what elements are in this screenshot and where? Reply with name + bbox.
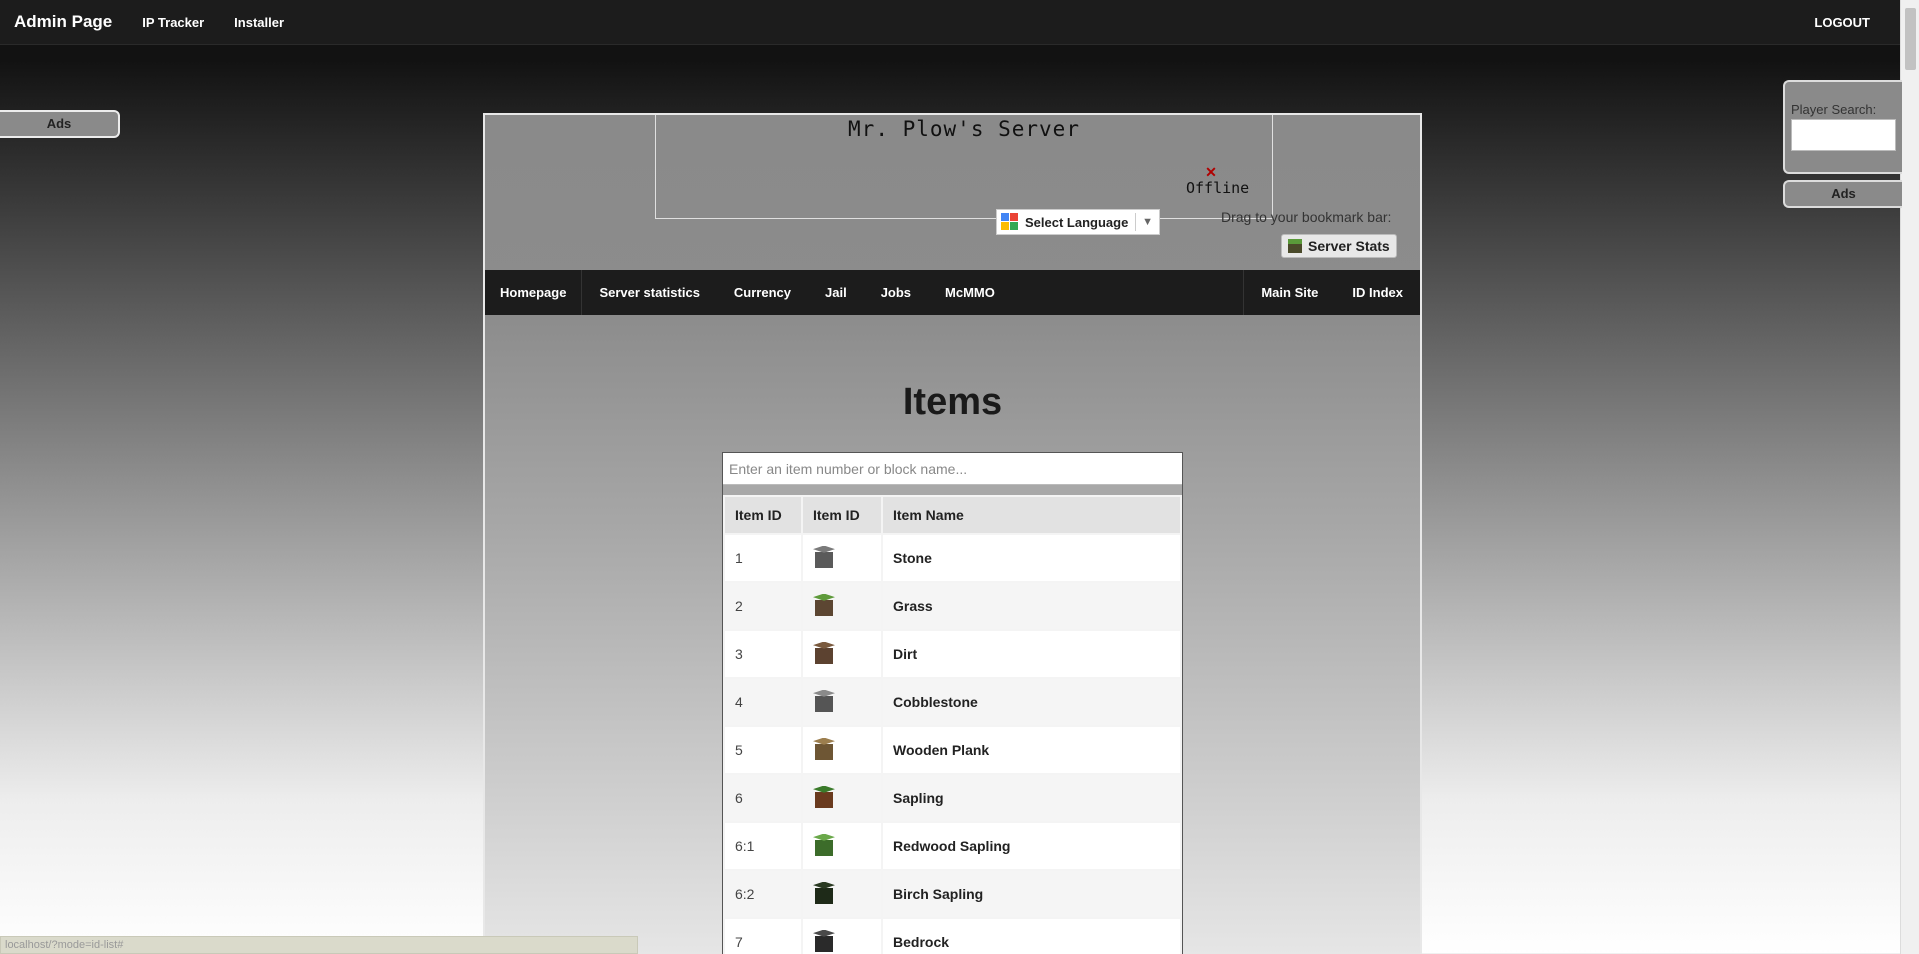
sapling-icon [813, 785, 835, 808]
page-scrollbar[interactable] [1900, 0, 1919, 954]
stone-icon [813, 545, 835, 568]
item-id: 6 [725, 775, 801, 821]
dropdown-separator [1135, 213, 1137, 231]
nav-server-statistics[interactable]: Server statistics [582, 270, 716, 315]
item-name: Stone [883, 535, 1180, 581]
main-nav: Homepage Server statistics Currency Jail… [485, 270, 1420, 315]
item-id: 6:2 [725, 871, 801, 917]
select-language-dropdown[interactable]: Select Language ▼ [996, 209, 1160, 235]
col-item-icon: Item ID [803, 497, 881, 533]
server-stats-button[interactable]: Server Stats [1281, 234, 1397, 258]
chevron-down-icon: ▼ [1142, 216, 1153, 228]
top-navbar: Admin Page IP Tracker Installer LOGOUT [0, 0, 1900, 45]
nav-currency[interactable]: Currency [717, 270, 808, 315]
table-row[interactable]: 3 Dirt [725, 631, 1180, 677]
nav-mcmmo[interactable]: McMMO [928, 270, 1012, 315]
item-name: Bedrock [883, 919, 1180, 954]
item-icon-cell [803, 679, 881, 725]
offline-icon: ✕ [1205, 164, 1217, 180]
table-row[interactable]: 4 Cobblestone [725, 679, 1180, 725]
server-status: Offline [1186, 179, 1250, 197]
nav-jobs[interactable]: Jobs [864, 270, 928, 315]
scrollbar-thumb[interactable] [1905, 8, 1916, 70]
server-stats-label: Server Stats [1308, 238, 1390, 254]
col-item-id: Item ID [725, 497, 801, 533]
dirt-icon [813, 641, 835, 664]
item-icon-cell [803, 727, 881, 773]
item-icon-cell [803, 871, 881, 917]
item-icon-cell [803, 535, 881, 581]
item-id: 7 [725, 919, 801, 954]
main-container: Mr. Plow's Server ✕ Offline Select Langu… [483, 113, 1422, 954]
birch-sapling-icon [813, 881, 835, 904]
table-row[interactable]: 6:1 Redwood Sapling [725, 823, 1180, 869]
player-search-panel: Player Search: [1783, 80, 1902, 174]
bedrock-icon [813, 929, 835, 952]
table-row[interactable]: 7 Bedrock [725, 919, 1180, 954]
nav-homepage[interactable]: Homepage [485, 270, 583, 315]
table-row[interactable]: 1 Stone [725, 535, 1180, 581]
search-divider [723, 485, 1182, 495]
ads-tab-right[interactable]: Ads [1783, 180, 1902, 208]
item-name: Cobblestone [883, 679, 1180, 725]
nav-main-site[interactable]: Main Site [1244, 270, 1335, 315]
col-item-name: Item Name [883, 497, 1180, 533]
bookmark-hint: Drag to your bookmark bar: [1221, 209, 1392, 225]
player-search-label: Player Search: [1791, 102, 1877, 117]
item-id: 2 [725, 583, 801, 629]
page-title: Items [902, 381, 1003, 423]
item-icon-cell [803, 775, 881, 821]
items-table: Item ID Item ID Item Name 1 Stone 2 Grass 3 D… [723, 495, 1182, 954]
item-id: 6:1 [725, 823, 801, 869]
table-row[interactable]: 2 Grass [725, 583, 1180, 629]
table-row[interactable]: 6:2 Birch Sapling [725, 871, 1180, 917]
item-id: 5 [725, 727, 801, 773]
logout-link[interactable]: LOGOUT [1814, 15, 1870, 30]
nav-ip-tracker[interactable]: IP Tracker [142, 15, 204, 30]
grass-icon [813, 593, 835, 616]
server-name: Mr. Plow's Server [848, 117, 1080, 141]
nav-installer[interactable]: Installer [234, 15, 284, 30]
redwood-sapling-icon [813, 833, 835, 856]
grass-block-icon [1288, 239, 1302, 253]
item-icon-cell [803, 919, 881, 954]
item-name: Wooden Plank [883, 727, 1180, 773]
cobblestone-icon [813, 689, 835, 712]
player-search-input[interactable] [1791, 119, 1896, 151]
brand-admin-page[interactable]: Admin Page [14, 12, 112, 32]
ads-tab-left[interactable]: Ads [0, 110, 120, 138]
item-id: 3 [725, 631, 801, 677]
item-icon-cell [803, 583, 881, 629]
item-name: Birch Sapling [883, 871, 1180, 917]
item-search-input[interactable] [723, 453, 1182, 485]
item-icon-cell [803, 823, 881, 869]
nav-jail[interactable]: Jail [808, 270, 864, 315]
item-id: 1 [725, 535, 801, 581]
item-name: Sapling [883, 775, 1180, 821]
nav-id-index[interactable]: ID Index [1335, 270, 1420, 315]
google-translate-icon [1001, 213, 1019, 231]
select-language-label: Select Language [1025, 214, 1129, 230]
items-table-panel: Item ID Item ID Item Name 1 Stone 2 Grass 3 D… [722, 452, 1183, 954]
table-header-row: Item ID Item ID Item Name [725, 497, 1180, 533]
item-name: Dirt [883, 631, 1180, 677]
item-icon-cell [803, 631, 881, 677]
item-id: 4 [725, 679, 801, 725]
wooden-plank-icon [813, 737, 835, 760]
table-row[interactable]: 6 Sapling [725, 775, 1180, 821]
table-row[interactable]: 5 Wooden Plank [725, 727, 1180, 773]
server-banner: Mr. Plow's Server ✕ Offline [655, 115, 1273, 219]
item-name: Redwood Sapling [883, 823, 1180, 869]
item-name: Grass [883, 583, 1180, 629]
browser-status-bar: localhost/?mode=id-list# [0, 936, 638, 954]
